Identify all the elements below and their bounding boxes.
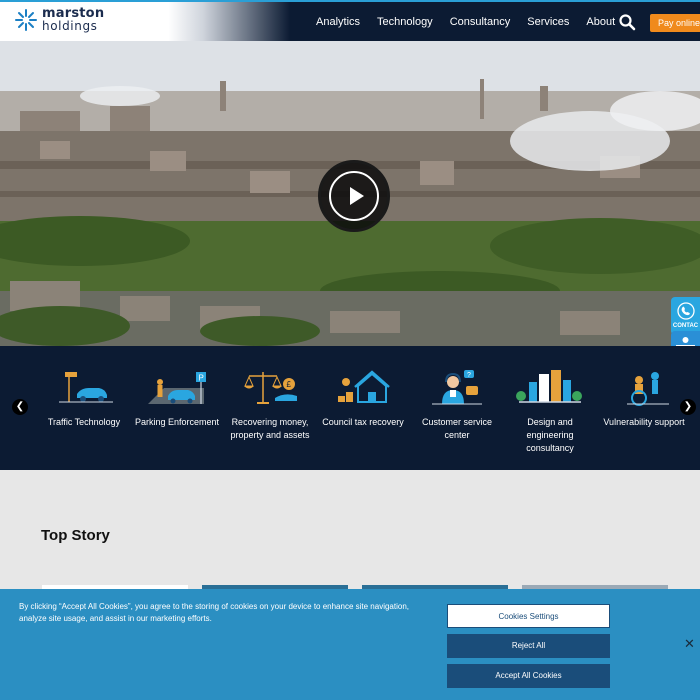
cookie-banner: By clicking “Accept All Cookies”, you ag… <box>0 589 700 700</box>
search-icon[interactable] <box>618 13 636 31</box>
contact-tab-label: CONTAC <box>672 323 699 329</box>
play-video-button[interactable] <box>318 160 390 232</box>
service-design-engineering[interactable]: Design and engineering consultancy <box>505 368 595 455</box>
brand-name-line2: holdings <box>42 19 98 33</box>
nav-technology[interactable]: Technology <box>377 16 433 28</box>
carousel-prev-button[interactable]: ❮ <box>12 399 28 415</box>
service-label: Council tax recovery <box>322 417 404 427</box>
main-nav: Analytics Technology Consultancy Service… <box>316 2 632 41</box>
cookies-settings-button[interactable]: Cookies Settings <box>447 604 610 628</box>
logo-area: marston holdings <box>0 2 290 41</box>
play-icon <box>350 187 364 205</box>
reject-all-button[interactable]: Reject All <box>447 634 610 658</box>
hero-video: CONTAC <box>0 41 700 346</box>
service-recovering-money[interactable]: £ Recovering money, property and assets <box>225 368 315 442</box>
pay-online-button[interactable]: Pay online <box>650 14 700 32</box>
cookie-notice-text: By clicking “Accept All Cookies”, you ag… <box>19 602 409 623</box>
service-label: Parking Enforcement <box>134 417 220 427</box>
service-customer-service[interactable]: ? Customer service center <box>412 368 502 442</box>
svg-text:P: P <box>199 374 204 383</box>
nav-services[interactable]: Services <box>527 16 569 28</box>
service-label: Design and engineering consultancy <box>526 417 574 453</box>
service-vulnerability-support[interactable]: Vulnerability support <box>599 368 689 429</box>
service-traffic-technology[interactable]: Traffic Technology <box>39 368 129 429</box>
accept-all-cookies-button[interactable]: Accept All Cookies <box>447 664 610 688</box>
brand-logo[interactable]: marston holdings <box>14 7 104 33</box>
service-label: Vulnerability support <box>603 417 685 427</box>
nav-about[interactable]: About <box>586 16 615 28</box>
nav-consultancy[interactable]: Consultancy <box>450 16 511 28</box>
top-story-heading: Top Story <box>41 527 110 544</box>
site-header: marston holdings Analytics Technology Co… <box>0 0 700 41</box>
service-council-tax[interactable]: Council tax recovery <box>318 368 408 429</box>
wheelchair-support-icon <box>627 372 669 406</box>
traffic-camera-icon <box>59 372 113 403</box>
service-label: Customer service center <box>421 417 493 440</box>
svg-text:?: ? <box>467 372 471 379</box>
house-coins-icon <box>338 370 390 403</box>
parking-icon: P <box>148 372 206 404</box>
close-icon[interactable]: ✕ <box>684 636 695 652</box>
contact-tab[interactable]: CONTAC <box>671 297 700 335</box>
service-label: Recovering money, property and assets <box>230 417 310 440</box>
service-parking-enforcement[interactable]: P Parking Enforcement <box>132 368 222 429</box>
service-label: Traffic Technology <box>47 417 121 427</box>
city-buildings-icon <box>516 370 582 403</box>
services-carousel: ❮ ❯ Traffic Technology P Parking Enforce… <box>0 346 700 470</box>
svg-text:£: £ <box>287 380 292 389</box>
scales-icon: £ <box>244 372 297 404</box>
starburst-logo-icon <box>15 9 37 31</box>
phone-icon <box>677 302 695 320</box>
nav-analytics[interactable]: Analytics <box>316 16 360 28</box>
headset-agent-icon: ? <box>432 370 482 405</box>
